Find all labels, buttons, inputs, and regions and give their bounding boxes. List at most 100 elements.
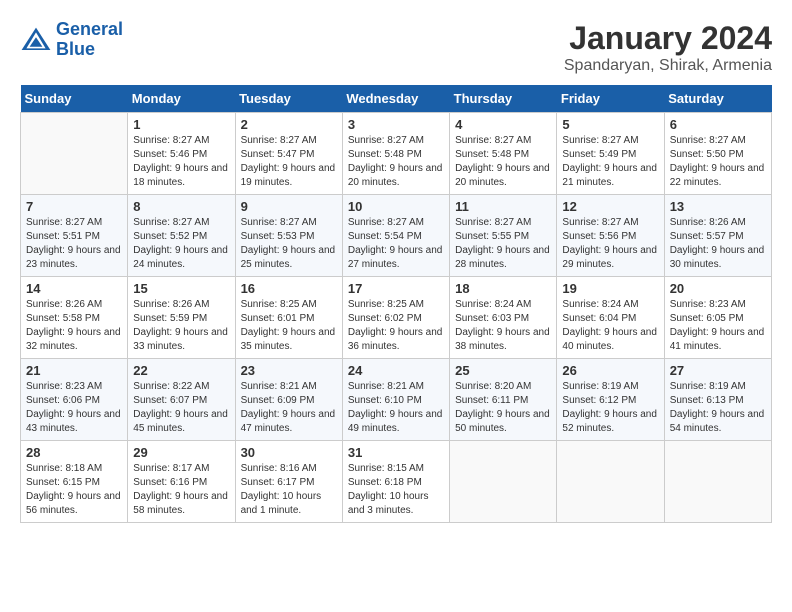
sunset-text: Sunset: 6:13 PM xyxy=(670,395,744,406)
daylight-text: Daylight: 9 hours and 43 minutes. xyxy=(26,409,121,434)
day-number: 8 xyxy=(133,199,229,214)
day-number: 6 xyxy=(670,117,766,132)
day-info: Sunrise: 8:27 AMSunset: 5:54 PMDaylight:… xyxy=(348,216,444,272)
sunrise-text: Sunrise: 8:26 AM xyxy=(26,299,102,310)
daylight-text: Daylight: 9 hours and 21 minutes. xyxy=(562,163,657,188)
day-number: 20 xyxy=(670,281,766,296)
week-row-2: 7Sunrise: 8:27 AMSunset: 5:51 PMDaylight… xyxy=(21,195,772,277)
table-row: 28 Sunrise: 8:18 AMSunset: 6:15 PMDayligh… xyxy=(21,441,128,523)
table-row: 22Sunrise: 8:22 AMSunset: 6:07 PMDayligh… xyxy=(128,359,235,441)
table-row: 5 Sunrise: 8:27 AMSunset: 5:49 PMDaylight… xyxy=(557,113,664,195)
day-number: 31 xyxy=(348,445,444,460)
sunrise-text: Sunrise: 8:27 AM xyxy=(241,217,317,228)
sunrise-text: Sunrise: 8:27 AM xyxy=(133,135,209,146)
sunrise-text: Sunrise: 8:27 AM xyxy=(455,135,531,146)
table-row: 6 Sunrise: 8:27 AMSunset: 5:50 PMDaylight… xyxy=(664,113,771,195)
sunrise-text: Sunrise: 8:21 AM xyxy=(348,381,424,392)
day-info: Sunrise: 8:27 AMSunset: 5:53 PMDaylight:… xyxy=(241,216,337,272)
daylight-text: Daylight: 9 hours and 56 minutes. xyxy=(26,491,121,516)
sunrise-text: Sunrise: 8:16 AM xyxy=(241,463,317,474)
daylight-text: Daylight: 9 hours and 20 minutes. xyxy=(348,163,443,188)
day-info: Sunrise: 8:27 AMSunset: 5:56 PMDaylight:… xyxy=(562,216,658,272)
daylight-text: Daylight: 9 hours and 54 minutes. xyxy=(670,409,765,434)
sunset-text: Sunset: 5:56 PM xyxy=(562,231,636,242)
table-row: 24Sunrise: 8:21 AMSunset: 6:10 PMDayligh… xyxy=(342,359,449,441)
table-row: 20Sunrise: 8:23 AMSunset: 6:05 PMDayligh… xyxy=(664,277,771,359)
sunset-text: Sunset: 6:12 PM xyxy=(562,395,636,406)
day-number: 19 xyxy=(562,281,658,296)
day-info: Sunrise: 8:18 AMSunset: 6:15 PMDaylight:… xyxy=(26,462,122,518)
day-number: 10 xyxy=(348,199,444,214)
sunrise-text: Sunrise: 8:18 AM xyxy=(26,463,102,474)
header-sunday: Sunday xyxy=(21,85,128,113)
table-row: 30Sunrise: 8:16 AMSunset: 6:17 PMDayligh… xyxy=(235,441,342,523)
table-row: 12Sunrise: 8:27 AMSunset: 5:56 PMDayligh… xyxy=(557,195,664,277)
daylight-text: Daylight: 9 hours and 47 minutes. xyxy=(241,409,336,434)
sunset-text: Sunset: 6:02 PM xyxy=(348,313,422,324)
table-row: 25Sunrise: 8:20 AMSunset: 6:11 PMDayligh… xyxy=(450,359,557,441)
table-row: 4Sunrise: 8:27 AMSunset: 5:48 PMDaylight… xyxy=(450,113,557,195)
sunrise-text: Sunrise: 8:27 AM xyxy=(26,217,102,228)
sunrise-text: Sunrise: 8:27 AM xyxy=(241,135,317,146)
sunset-text: Sunset: 6:16 PM xyxy=(133,477,207,488)
table-row: 7Sunrise: 8:27 AMSunset: 5:51 PMDaylight… xyxy=(21,195,128,277)
day-info: Sunrise: 8:27 AMSunset: 5:49 PMDaylight:… xyxy=(562,134,658,190)
weekday-header-row: Sunday Monday Tuesday Wednesday Thursday… xyxy=(21,85,772,113)
day-number: 18 xyxy=(455,281,551,296)
table-row: 16Sunrise: 8:25 AMSunset: 6:01 PMDayligh… xyxy=(235,277,342,359)
day-number: 5 xyxy=(562,117,658,132)
day-info: Sunrise: 8:23 AMSunset: 6:06 PMDaylight:… xyxy=(26,380,122,436)
sunrise-text: Sunrise: 8:27 AM xyxy=(348,135,424,146)
sunset-text: Sunset: 6:07 PM xyxy=(133,395,207,406)
daylight-text: Daylight: 9 hours and 24 minutes. xyxy=(133,245,228,270)
day-info: Sunrise: 8:19 AMSunset: 6:12 PMDaylight:… xyxy=(562,380,658,436)
day-info: Sunrise: 8:27 AMSunset: 5:52 PMDaylight:… xyxy=(133,216,229,272)
sunset-text: Sunset: 5:55 PM xyxy=(455,231,529,242)
header-friday: Friday xyxy=(557,85,664,113)
daylight-text: Daylight: 9 hours and 22 minutes. xyxy=(670,163,765,188)
day-info: Sunrise: 8:21 AMSunset: 6:09 PMDaylight:… xyxy=(241,380,337,436)
header-thursday: Thursday xyxy=(450,85,557,113)
day-number: 3 xyxy=(348,117,444,132)
day-info: Sunrise: 8:27 AMSunset: 5:48 PMDaylight:… xyxy=(348,134,444,190)
day-number: 28 xyxy=(26,445,122,460)
day-number: 16 xyxy=(241,281,337,296)
daylight-text: Daylight: 9 hours and 28 minutes. xyxy=(455,245,550,270)
daylight-text: Daylight: 9 hours and 18 minutes. xyxy=(133,163,228,188)
week-row-3: 14Sunrise: 8:26 AMSunset: 5:58 PMDayligh… xyxy=(21,277,772,359)
day-info: Sunrise: 8:15 AMSunset: 6:18 PMDaylight:… xyxy=(348,462,444,518)
daylight-text: Daylight: 9 hours and 41 minutes. xyxy=(670,327,765,352)
day-number: 2 xyxy=(241,117,337,132)
sunset-text: Sunset: 6:06 PM xyxy=(26,395,100,406)
table-row: 8 Sunrise: 8:27 AMSunset: 5:52 PMDaylight… xyxy=(128,195,235,277)
daylight-text: Daylight: 9 hours and 50 minutes. xyxy=(455,409,550,434)
day-info: Sunrise: 8:27 AMSunset: 5:50 PMDaylight:… xyxy=(670,134,766,190)
table-row: 2Sunrise: 8:27 AMSunset: 5:47 PMDaylight… xyxy=(235,113,342,195)
sunset-text: Sunset: 6:18 PM xyxy=(348,477,422,488)
sunrise-text: Sunrise: 8:25 AM xyxy=(241,299,317,310)
sunrise-text: Sunrise: 8:26 AM xyxy=(670,217,746,228)
sunrise-text: Sunrise: 8:24 AM xyxy=(562,299,638,310)
sunrise-text: Sunrise: 8:26 AM xyxy=(133,299,209,310)
day-number: 13 xyxy=(670,199,766,214)
daylight-text: Daylight: 9 hours and 30 minutes. xyxy=(670,245,765,270)
day-number: 24 xyxy=(348,363,444,378)
day-info: Sunrise: 8:27 AM Sunset: 5:46 PM Daylight:… xyxy=(133,134,229,190)
logo: General Blue xyxy=(20,20,123,60)
logo-general: General xyxy=(56,19,123,39)
daylight-text: Daylight: 9 hours and 27 minutes. xyxy=(348,245,443,270)
day-info: Sunrise: 8:27 AMSunset: 5:48 PMDaylight:… xyxy=(455,134,551,190)
day-number: 1 xyxy=(133,117,229,132)
sunrise-text: Sunrise: 8:23 AM xyxy=(670,299,746,310)
sunrise-text: Sunrise: 8:27 AM xyxy=(562,217,638,228)
sunset-text: Sunset: 6:17 PM xyxy=(241,477,315,488)
sunset-text: Sunset: 5:46 PM xyxy=(133,149,207,160)
sunset-text: Sunset: 5:48 PM xyxy=(455,149,529,160)
day-info: Sunrise: 8:24 AMSunset: 6:03 PMDaylight:… xyxy=(455,298,551,354)
logo-blue: Blue xyxy=(56,39,95,59)
table-row: 11Sunrise: 8:27 AMSunset: 5:55 PMDayligh… xyxy=(450,195,557,277)
sunset-text: Sunset: 5:47 PM xyxy=(241,149,315,160)
day-info: Sunrise: 8:16 AMSunset: 6:17 PMDaylight:… xyxy=(241,462,337,518)
table-row xyxy=(450,441,557,523)
table-row: 26Sunrise: 8:19 AMSunset: 6:12 PMDayligh… xyxy=(557,359,664,441)
